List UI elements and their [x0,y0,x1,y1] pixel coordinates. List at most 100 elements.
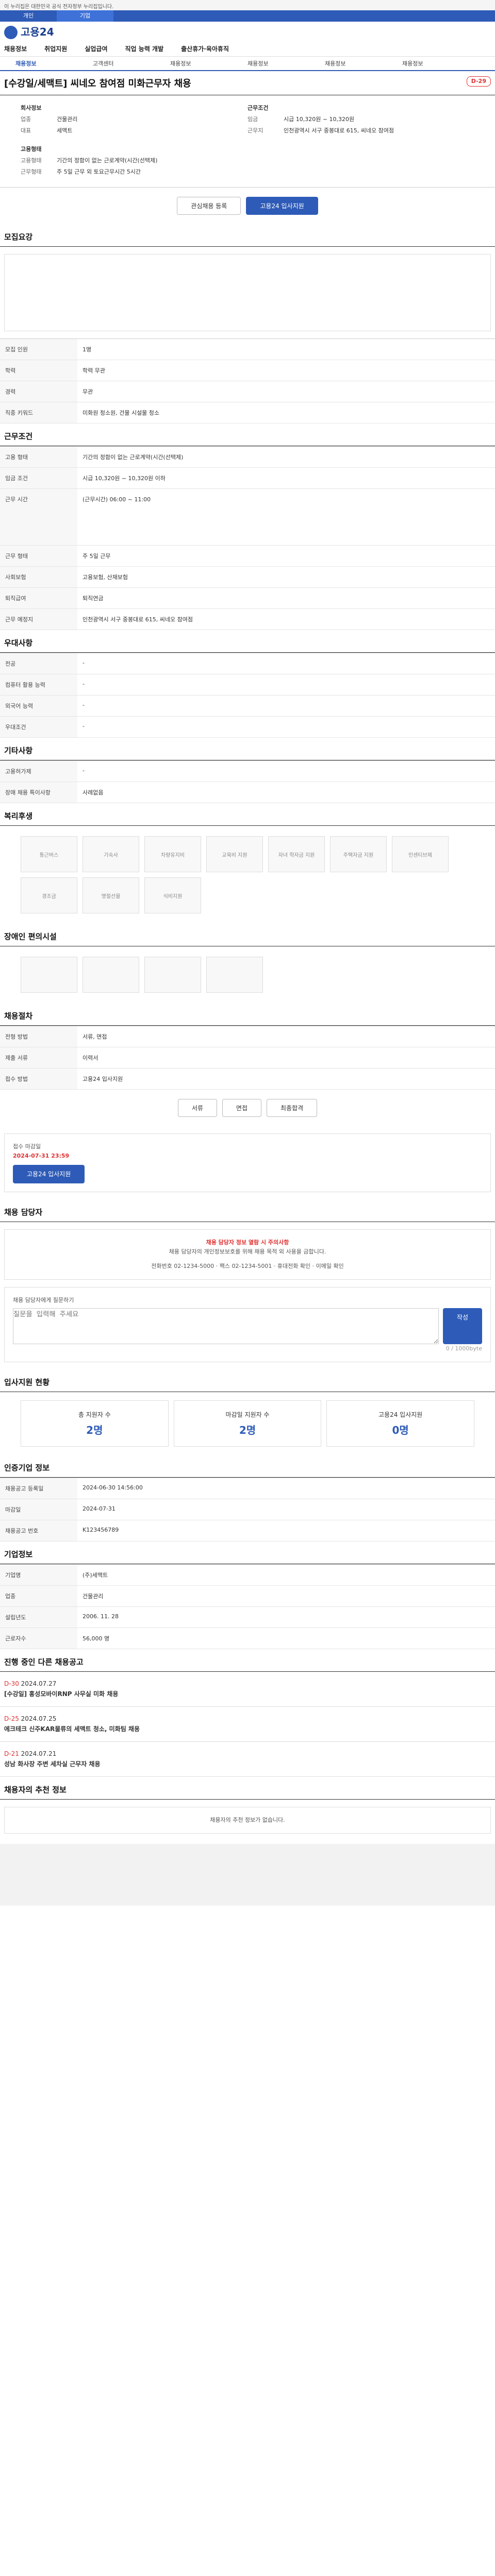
list-item[interactable]: D-25 2024.07.25 에크테크 신주KAR물류의 세맥트 청소, 미화팀… [0,1707,495,1742]
sub-nav-item[interactable]: 채용정보 [170,59,248,67]
inquiry-label: 채용 담당자에게 질문하기 [13,1297,74,1303]
recommend-box: 채용자의 추천 정보가 없습니다. [4,1807,491,1834]
company-table: 기업명 (주)세맥트 업종 건물관리 설립년도 2006. 11. 28 근로자수 56… [0,1564,495,1649]
stat-value: 2명 [239,1424,256,1436]
dday-badge: D-29 [466,76,491,87]
cell-label: 설립년도 [0,1607,77,1628]
welfare-dorm-icon: 기숙사 [82,836,139,872]
cell-label: 직종 키워드 [0,402,77,423]
stat-label: 고용24 입사지원 [378,1411,423,1418]
field-label: 임금 [248,116,258,123]
inquiry-submit-button[interactable]: 작성 [442,1308,482,1344]
nav-item[interactable]: 실업급여 [85,44,107,53]
deadline-box: 접수 마감일 2024-07-31 23:59 고용24 입사지원 [4,1133,491,1192]
contact-desc: 채용 담당자의 개인정보보호를 위해 채용 목적 외 사용을 금합니다. [169,1248,326,1255]
list-title[interactable]: [수강일] 홍성모바이RNP 사무실 미화 채용 [4,1689,118,1698]
list-title[interactable]: 에크테크 신주KAR물류의 세맥트 청소, 미화팀 채용 [4,1724,140,1733]
list-date: 2024.07.27 [21,1680,57,1687]
cell-value: 2006. 11. 28 [82,1613,119,1620]
cell-label: 퇴직급여 [0,588,77,608]
cell-label: 전공 [0,653,77,674]
field-value: 02-1234-5001 [232,1263,272,1269]
cell-label: 외국어 능력 [0,696,77,716]
sub-nav-item[interactable]: 채용정보 [402,59,480,67]
apply-button[interactable]: 고용24 입사지원 [13,1165,85,1183]
deadline-label: 접수 마감일 [13,1143,41,1150]
contact-notice: 채용 담당자 정보 열람 시 주의사항 [206,1239,289,1246]
sub-nav: 채용정보 고객센터 채용정보 채용정보 채용정보 채용정보 [0,57,495,71]
cell-label: 근무 형태 [0,546,77,566]
inquiry-input[interactable] [13,1308,439,1344]
process-steps: 서류 면접 최종합격 [0,1090,495,1126]
main-nav: 채용정보 취업지원 실업급여 직업 능력 개발 출산휴가·육아휴직 [0,41,495,57]
stat-label: 마감일 지원자 수 [225,1411,270,1418]
section-title: 인증기업 정보 [0,1455,495,1478]
field-label: 휴대전화 [277,1263,299,1269]
sub-nav-item[interactable]: 채용정보 [248,59,325,67]
section-title: 채용자의 추천 정보 [0,1777,495,1800]
dday-badge: D-30 [4,1680,19,1687]
field-value: 시급 10,320원 ~ 10,320원 [284,116,355,123]
field-label: 근무형태 [21,168,42,175]
cell-value: (주)세맥트 [82,1572,108,1579]
cell-label: 학력 [0,360,77,381]
show-email-button[interactable]: 확인 [333,1263,343,1269]
welfare-incentive-icon: 인센티브제 [392,836,449,872]
footer [0,1844,495,1906]
field-label: 전화번호 [151,1263,172,1269]
nav-item[interactable]: 채용정보 [4,44,27,53]
tab-personal[interactable]: 개인 [0,10,57,22]
cell-label: 고용허가제 [0,761,77,782]
nav-item[interactable]: 출산휴가·육아휴직 [181,44,229,53]
dday-badge: D-21 [4,1750,19,1757]
nav-item[interactable]: 취업지원 [44,44,67,53]
welfare-child-icon: 자녀 학자금 지원 [268,836,325,872]
sub-nav-item[interactable]: 채용정보 [325,59,402,67]
show-phone-button[interactable]: 확인 [300,1263,310,1269]
cell-label: 접수 방법 [0,1069,77,1089]
field-value: 인천광역시 서구 중봉대로 615, 씨네오 참여점 [284,127,394,134]
list-item[interactable]: D-30 2024.07.27 [수강일] 홍성모바이RNP 사무실 미화 채용 [0,1672,495,1707]
recruit-table: 모집 인원 1명 학력 학력 무관 경력 무관 직종 키워드 미화원 청소원, 건물 시… [0,338,495,423]
logo[interactable]: 고용24 [4,24,54,40]
list-date: 2024.07.21 [21,1750,57,1757]
cell-label: 고용 형태 [0,447,77,467]
step-item: 서류 [177,1099,217,1117]
tab-company[interactable]: 기업 [57,10,113,22]
field-label: 업종 [21,116,31,123]
cell-value: 미화원 청소원, 건물 시설물 청소 [82,410,160,416]
cell-value: - [82,681,85,687]
conditions-table: 고용 형태 기간의 정함이 없는 근로계약(시간(선택제) 임금 조건 시급 10,… [0,446,495,630]
interest-button[interactable]: 관심채용 등록 [177,197,241,215]
field-value: 세맥트 [57,127,73,134]
job-title: [수강일/세맥트] 씨네오 참여점 미화근무자 채용 [4,78,191,89]
field-value: 02-1234-5000 [174,1263,214,1269]
cell-label: 임금 조건 [0,468,77,488]
logo-icon [4,26,18,40]
job-summary: 회사정보 업종 건물관리 대표 세맥트 고용형태 고용형태 기간의 정함이 없는 근로… [0,95,495,188]
cell-value: 고용보험, 산재보험 [82,574,128,581]
summary-label: 고용형태 [21,146,42,152]
sub-nav-item[interactable]: 고객센터 [93,59,170,67]
nav-item[interactable]: 직업 능력 개발 [125,44,164,53]
sub-nav-item[interactable]: 채용정보 [15,59,93,67]
cell-label: 채용공고 번호 [0,1520,77,1541]
welfare-icons: 통근버스 기숙사 차량유지비 교육비 지원 자녀 학자금 지원 주택자금 지원 … [0,826,495,924]
cell-value: 2024-06-30 14:56:00 [82,1484,143,1491]
apply-button[interactable]: 고용24 입사지원 [246,197,318,215]
welfare-car-icon: 차량유지비 [144,836,201,872]
facility-icon [21,957,77,993]
list-title[interactable]: 성남 화사장 주변 세차실 근무자 채용 [4,1759,101,1768]
cell-value: 학력 무관 [82,367,105,374]
cell-value: 기간의 정함이 없는 근로계약(시간(선택제) [82,454,184,461]
summary-label: 근무조건 [248,105,269,111]
list-item[interactable]: D-21 2024.07.21 성남 화사장 주변 세차실 근무자 채용 [0,1742,495,1777]
list-date: 2024.07.25 [21,1715,57,1722]
section-title: 진행 중인 다른 채용공고 [0,1649,495,1672]
facility-icon [144,957,201,993]
top-tabs: 개인 기업 [0,10,495,22]
summary-label: 회사정보 [21,105,42,111]
info-table: 채용공고 등록일 2024-06-30 14:56:00 마감일 2024-07-3… [0,1478,495,1541]
cell-value: 이력서 [82,1055,98,1061]
header: 고용24 [0,22,495,41]
